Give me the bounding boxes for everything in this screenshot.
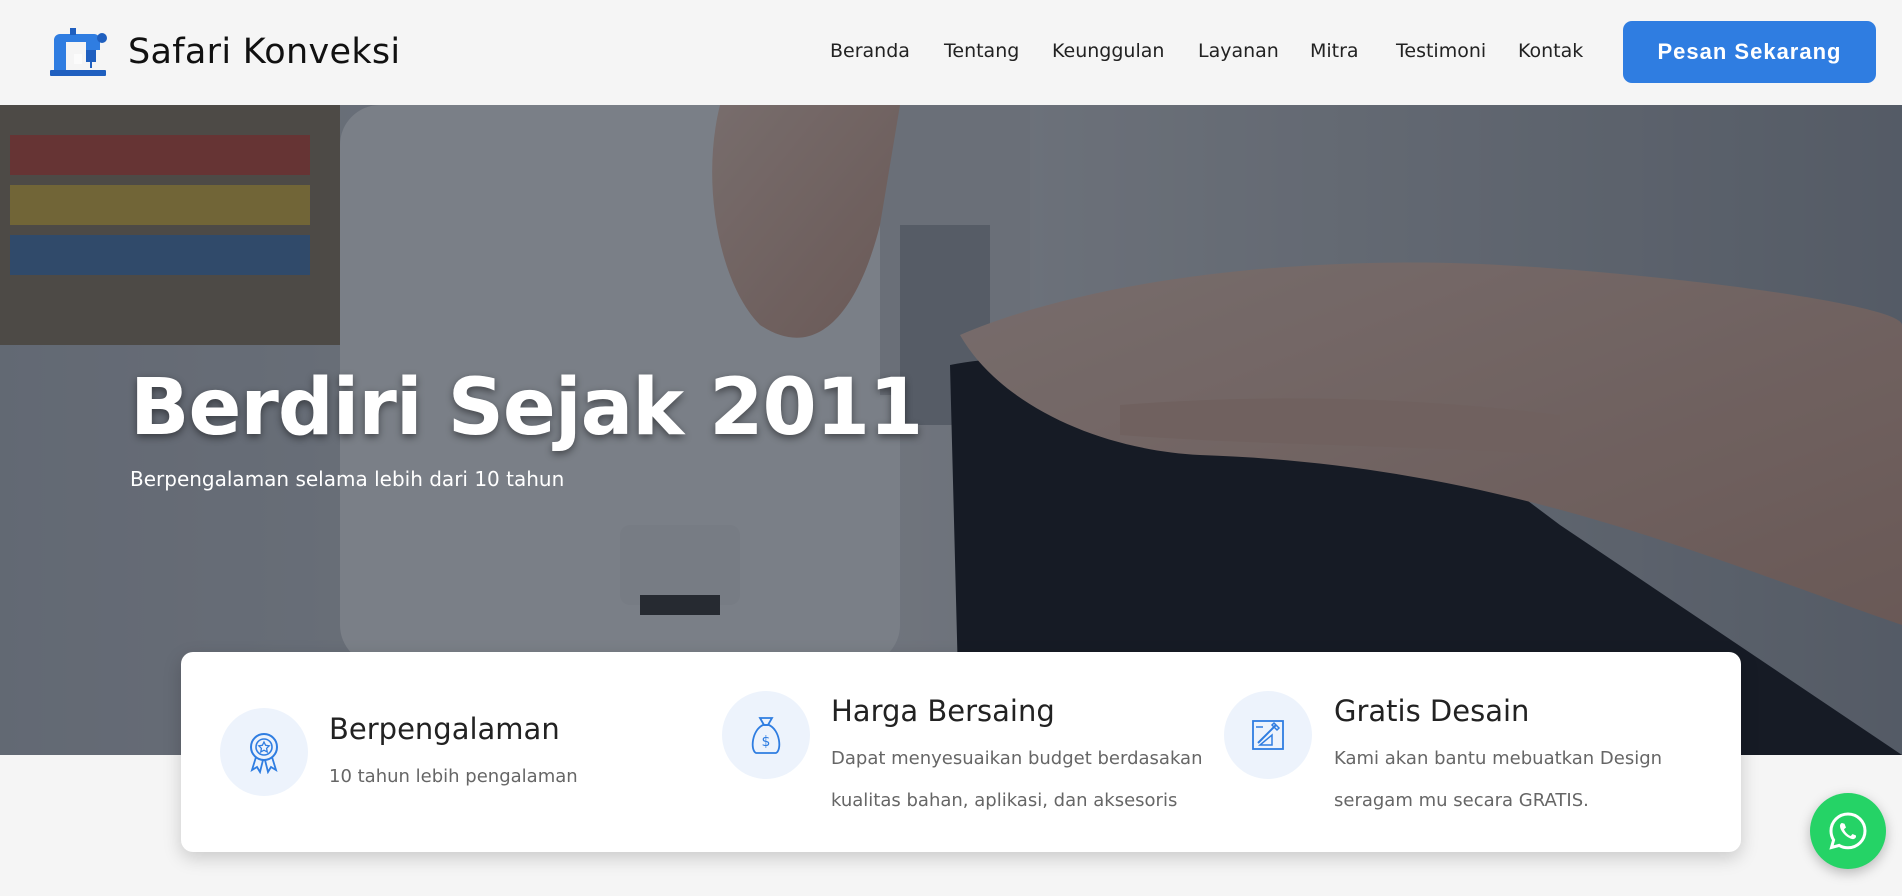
award-badge-icon — [220, 708, 308, 796]
feature-title-gratis-desain: Gratis Desain — [1334, 694, 1530, 728]
nav-item-kontak[interactable]: Kontak — [1518, 40, 1583, 62]
order-now-button[interactable]: Pesan Sekarang — [1623, 21, 1876, 83]
feature-desc-gratis-desain-line2: seragam mu secara GRATIS. — [1334, 790, 1589, 811]
feature-desc-harga-bersaing-line2: kualitas bahan, aplikasi, dan aksesoris — [831, 790, 1178, 811]
nav-item-testimoni[interactable]: Testimoni — [1396, 40, 1486, 62]
feature-desc-harga-bersaing-line1: Dapat menyesuaikan budget berdasakan — [831, 748, 1203, 769]
brand-name: Safari Konveksi — [128, 32, 401, 72]
nav-item-keunggulan[interactable]: Keunggulan — [1052, 40, 1164, 62]
hero-subtitle: Berpengalaman selama lebih dari 10 tahun — [130, 467, 565, 491]
feature-desc-gratis-desain-line1: Kami akan bantu mebuatkan Design — [1334, 748, 1663, 769]
design-tools-icon — [1224, 691, 1312, 779]
svg-text:$: $ — [762, 734, 771, 750]
whatsapp-button[interactable] — [1810, 793, 1886, 869]
hero-title: Berdiri Sejak 2011 — [130, 363, 923, 453]
feature-desc-berpengalaman: 10 tahun lebih pengalaman — [329, 766, 578, 787]
nav-item-beranda[interactable]: Beranda — [830, 40, 910, 62]
features-card: Berpengalaman 10 tahun lebih pengalaman … — [181, 652, 1741, 852]
whatsapp-icon — [1829, 812, 1867, 850]
feature-title-berpengalaman: Berpengalaman — [329, 712, 560, 746]
nav-item-tentang[interactable]: Tentang — [944, 40, 1019, 62]
sewing-machine-icon — [50, 28, 107, 76]
nav-item-layanan[interactable]: Layanan — [1198, 40, 1279, 62]
brand-logo[interactable]: Safari Konveksi — [46, 24, 400, 80]
site-header: Safari Konveksi Beranda Tentang Keunggul… — [0, 0, 1902, 105]
money-bag-icon: $ — [722, 691, 810, 779]
feature-title-harga-bersaing: Harga Bersaing — [831, 694, 1055, 728]
nav-item-mitra[interactable]: Mitra — [1310, 40, 1359, 62]
